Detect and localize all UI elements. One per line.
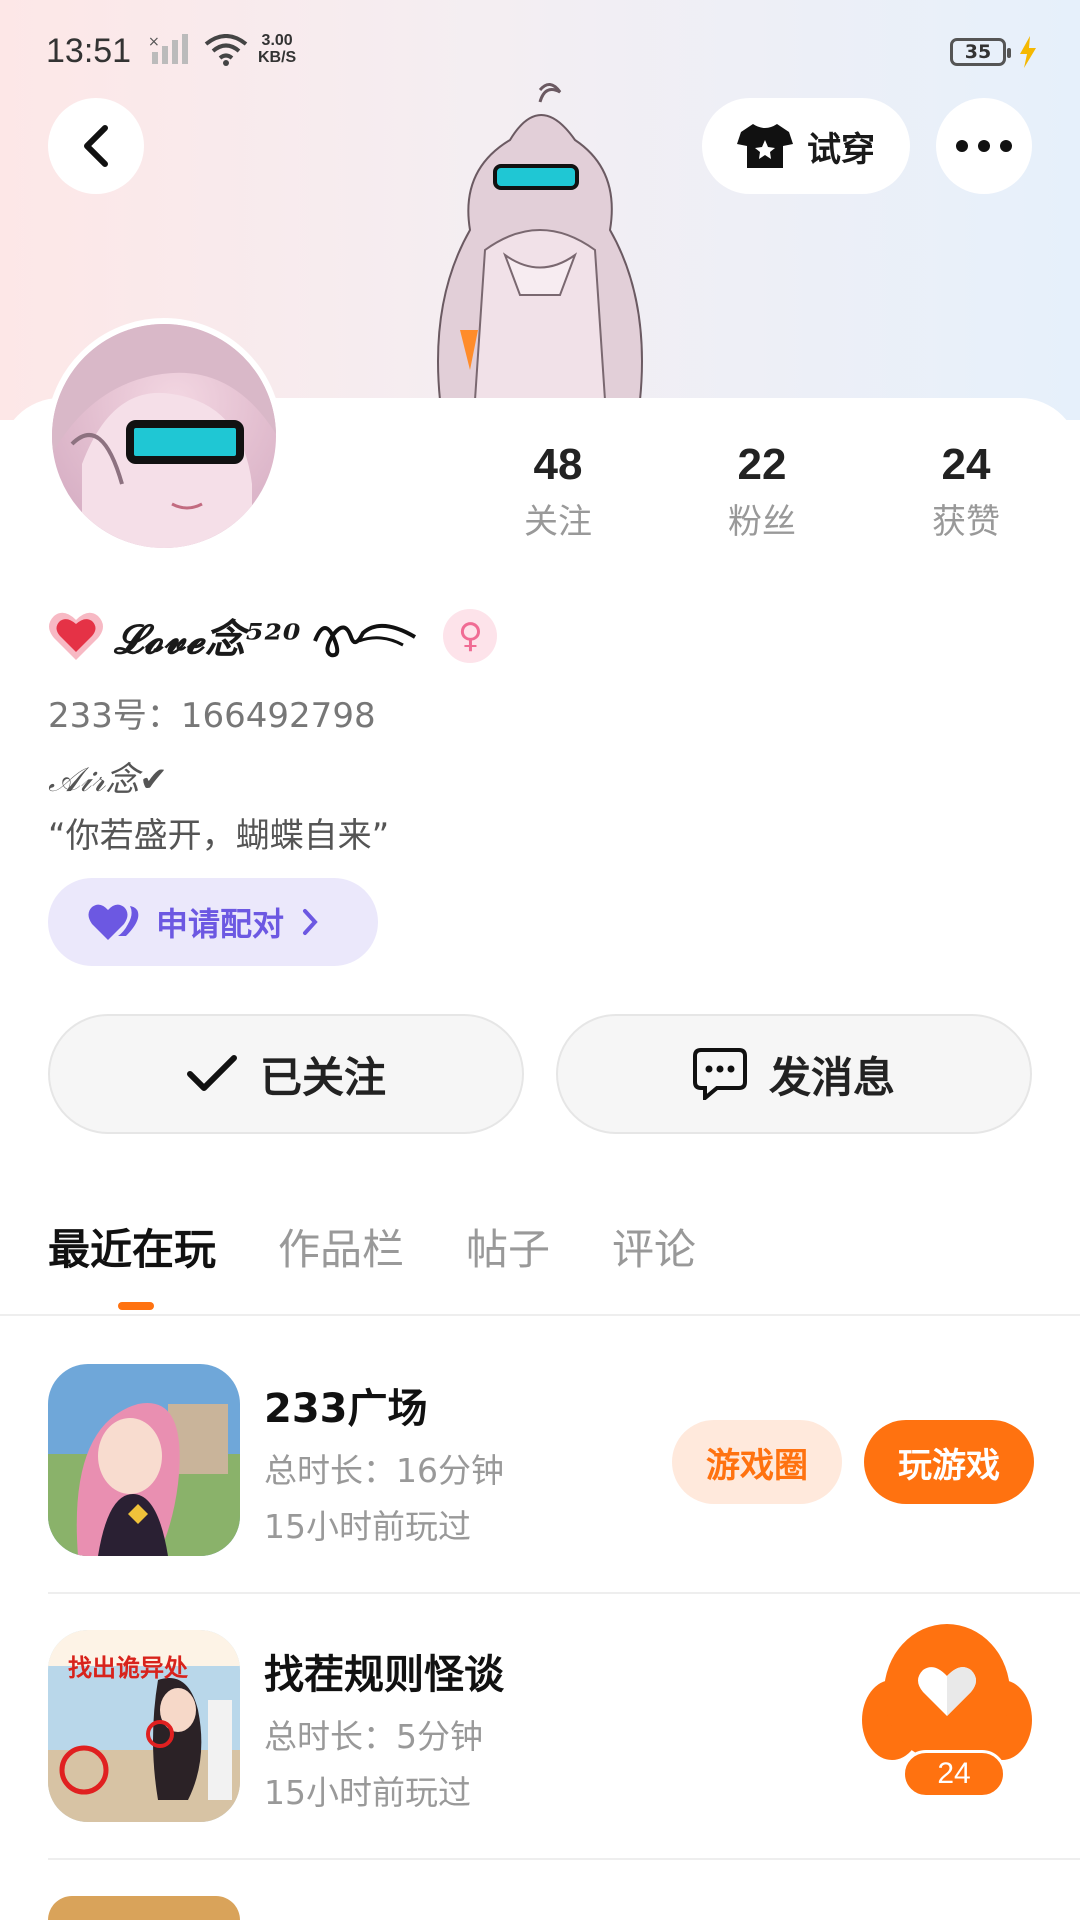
- game-duration: 总时长：5分钟: [264, 1717, 483, 1756]
- tab-comments[interactable]: 评论: [612, 1216, 696, 1296]
- try-on-button[interactable]: 试穿: [702, 98, 910, 194]
- game-title: 233广场: [264, 1386, 428, 1432]
- game-circle-button[interactable]: 游戏圈: [672, 1420, 842, 1504]
- nickname: 𝓛𝓸𝓿𝓮念⁵²⁰: [114, 616, 302, 663]
- row-divider: [48, 1592, 1080, 1594]
- female-gender-icon: ♀: [443, 609, 498, 663]
- chevron-right-icon: [303, 909, 318, 935]
- heart-badge-icon: [49, 612, 103, 660]
- tab-posts[interactable]: 帖子: [466, 1216, 550, 1296]
- user-id: 233号：166492798: [48, 696, 376, 736]
- tabs-divider: [0, 1314, 1080, 1316]
- stat-value: 48: [533, 440, 583, 489]
- flourish-decoration: [313, 624, 417, 658]
- game-title: 找茬规则怪谈: [264, 1652, 504, 1698]
- stat-likes[interactable]: 24 获赞: [886, 440, 1046, 543]
- avatar-3d-figure: [437, 83, 643, 400]
- game-icon-spot-difference[interactable]: 找出诡异处: [48, 1630, 240, 1822]
- stat-value: 24: [941, 440, 991, 489]
- chat-bubble-icon: [692, 1048, 747, 1100]
- battery-indicator: 35: [950, 38, 1011, 66]
- list-item[interactable]: 233广场 总时长：16分钟 15小时前玩过 游戏圈 玩游戏: [48, 1364, 1080, 1630]
- stat-following[interactable]: 48 关注: [478, 440, 638, 543]
- send-message-button[interactable]: 发消息: [556, 1014, 1032, 1134]
- stat-fans[interactable]: 22 粉丝: [682, 440, 842, 543]
- followed-label: 已关注: [259, 1052, 386, 1102]
- nickname-row: 𝓛𝓸𝓿𝓮念⁵²⁰ ♀: [48, 604, 498, 668]
- apply-pair-button[interactable]: 申请配对: [48, 878, 378, 966]
- net-speed: 3.00 KB/S: [258, 32, 297, 66]
- game-icon-partial[interactable]: [48, 1896, 240, 1920]
- game-icon-233-square[interactable]: [48, 1364, 240, 1556]
- wifi-icon: [204, 34, 248, 66]
- back-button[interactable]: [48, 98, 144, 194]
- send-message-label: 发消息: [768, 1052, 895, 1102]
- profile-avatar[interactable]: [46, 318, 282, 554]
- stat-label: 关注: [524, 502, 592, 542]
- like-count: 24: [902, 1750, 1006, 1798]
- avatar-image: [52, 324, 276, 548]
- like-floating-button[interactable]: 24: [862, 1624, 1032, 1804]
- game-last-played: 15小时前玩过: [264, 1507, 471, 1546]
- play-game-button[interactable]: 玩游戏: [864, 1420, 1034, 1504]
- game-icon-banner: 找出诡异处: [68, 1654, 188, 1682]
- stat-value: 22: [737, 440, 787, 489]
- pair-hearts-icon: [88, 904, 139, 940]
- bio-text: “你若盛开，蝴蝶自来”: [48, 816, 390, 856]
- heart-icon: [918, 1667, 976, 1716]
- status-time: 13:51: [46, 32, 132, 70]
- stat-label: 获赞: [932, 502, 1000, 542]
- signature-line: 𝒜𝒾𝓇念✔: [48, 760, 168, 800]
- chevron-left-icon: [84, 125, 108, 167]
- tab-recently-played[interactable]: 最近在玩: [48, 1216, 216, 1310]
- followed-button[interactable]: 已关注: [48, 1014, 524, 1134]
- try-on-label: 试穿: [807, 129, 875, 170]
- game-cover-image: [48, 1364, 240, 1556]
- svg-text:×: ×: [148, 34, 160, 50]
- charging-icon: [1020, 36, 1036, 68]
- check-icon: [186, 1055, 237, 1091]
- apply-pair-label: 申请配对: [156, 905, 285, 943]
- tab-works[interactable]: 作品栏: [278, 1216, 404, 1296]
- tshirt-icon: [737, 124, 793, 168]
- status-bar: 13:51 × 3.00 KB/S 35: [0, 0, 1080, 104]
- stat-label: 粉丝: [728, 502, 796, 542]
- row-divider: [48, 1858, 1080, 1860]
- signal-icon: ×: [148, 34, 188, 64]
- profile-tabs: 最近在玩 作品栏 帖子 评论: [48, 1216, 696, 1310]
- tab-indicator: [118, 1302, 154, 1310]
- more-options-button[interactable]: [936, 98, 1032, 194]
- more-dots-icon: [956, 140, 1012, 152]
- game-last-played: 15小时前玩过: [264, 1773, 471, 1812]
- game-duration: 总时长：16分钟: [264, 1451, 504, 1490]
